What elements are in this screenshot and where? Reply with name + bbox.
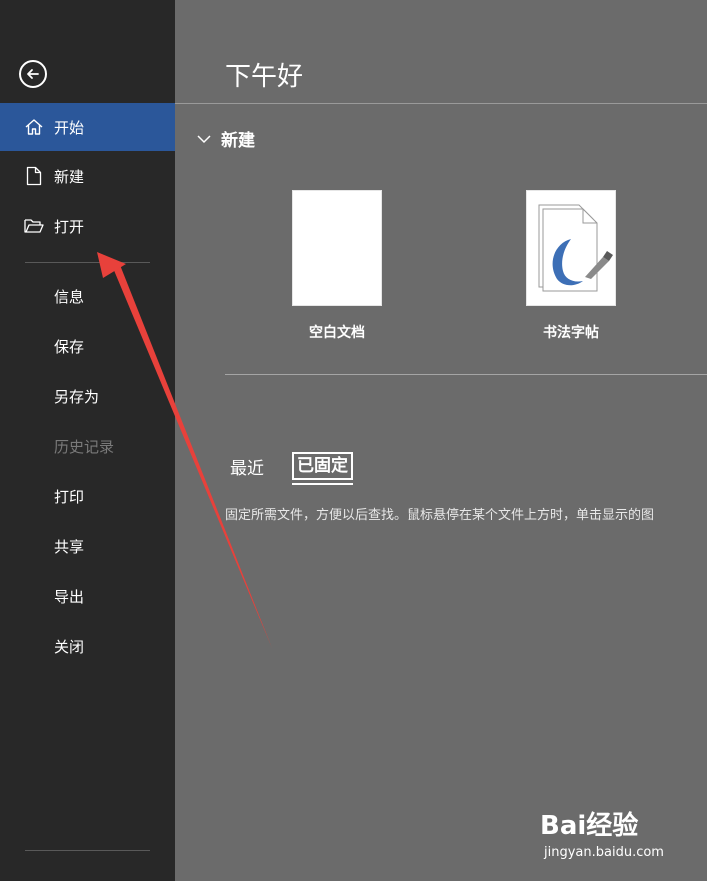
nav-share-label: 共享 <box>54 537 85 556</box>
nav-home[interactable]: 开始 <box>0 103 175 151</box>
template-calligraphy[interactable]: 书法字帖 <box>526 190 616 342</box>
nav-close-label: 关闭 <box>54 637 85 656</box>
nav-info[interactable]: 信息 <box>0 272 175 320</box>
nav-open[interactable]: 打开 <box>0 202 175 250</box>
nav-info-label: 信息 <box>54 287 85 306</box>
new-document-icon <box>24 166 44 186</box>
nav-save-as-label: 另存为 <box>54 387 100 406</box>
pinned-hint-text: 固定所需文件，方便以后查找。鼠标悬停在某个文件上方时，单击显示的图 <box>225 508 655 523</box>
baidu-watermark: Bai经验 jingyan.baidu.com <box>540 805 664 860</box>
tab-pinned[interactable]: 已固定 <box>292 452 353 485</box>
backstage-sidebar: 开始 新建 打开 信息 保存 另存为 历史记录 打印 共享 导出 关闭 <box>0 0 175 881</box>
tab-recent[interactable]: 最近 <box>230 454 264 479</box>
header-divider <box>175 103 707 104</box>
nav-history-label: 历史记录 <box>54 437 115 456</box>
nav-save-label: 保存 <box>54 337 85 356</box>
template-blank-document[interactable]: 空白文档 <box>292 190 382 342</box>
nav-export[interactable]: 导出 <box>0 572 175 620</box>
backstage-main: 下午好 新建 空白文档 书法字帖 最近 已固定 固定所需文件，方便以后查找。鼠标… <box>175 0 707 881</box>
blank-document-thumbnail <box>292 190 382 306</box>
nav-save[interactable]: 保存 <box>0 322 175 370</box>
sidebar-divider <box>25 262 150 263</box>
chevron-down-icon <box>197 134 211 143</box>
nav-share[interactable]: 共享 <box>0 522 175 570</box>
nav-save-as[interactable]: 另存为 <box>0 372 175 420</box>
new-section-title: 新建 <box>221 131 255 151</box>
new-section-toggle[interactable]: 新建 <box>197 126 255 151</box>
watermark-brand: Bai经验 <box>540 811 639 841</box>
nav-home-label: 开始 <box>54 118 85 137</box>
template-name: 空白文档 <box>309 325 365 341</box>
nav-new-label: 新建 <box>54 167 85 186</box>
nav-close[interactable]: 关闭 <box>0 622 175 670</box>
back-button[interactable] <box>19 60 47 88</box>
open-folder-icon <box>24 216 44 236</box>
calligraphy-brush-icon <box>538 204 613 292</box>
template-name: 书法字帖 <box>543 325 599 341</box>
home-icon <box>24 117 44 137</box>
templates-divider <box>225 374 707 375</box>
file-tabs: 最近 已固定 <box>230 452 353 485</box>
watermark-site: jingyan.baidu.com <box>544 845 664 860</box>
nav-export-label: 导出 <box>54 587 85 606</box>
nav-print-label: 打印 <box>54 487 85 506</box>
calligraphy-thumbnail <box>526 190 616 306</box>
greeting-heading: 下午好 <box>225 62 304 92</box>
sidebar-bottom-divider <box>25 850 150 851</box>
nav-open-label: 打开 <box>54 217 85 236</box>
nav-new[interactable]: 新建 <box>0 152 175 200</box>
back-arrow-icon <box>27 69 39 79</box>
nav-print[interactable]: 打印 <box>0 472 175 520</box>
nav-history: 历史记录 <box>0 422 175 470</box>
